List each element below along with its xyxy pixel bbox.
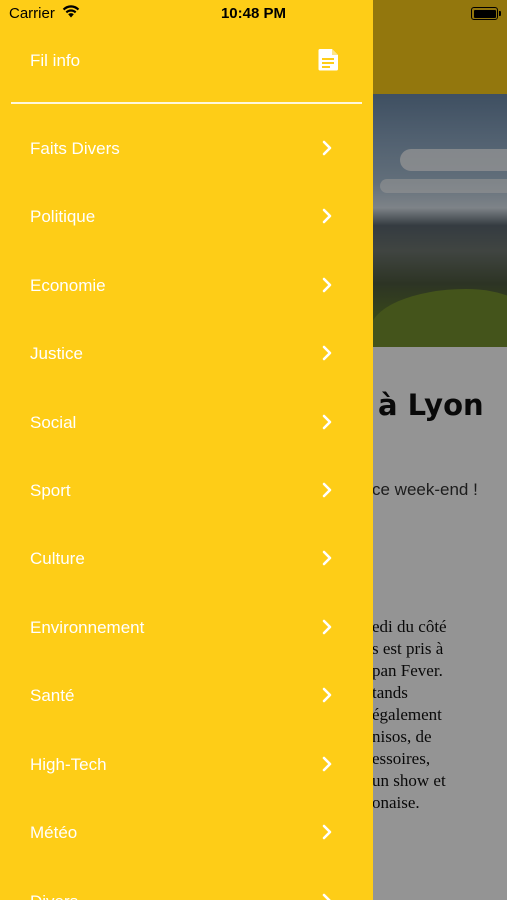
chevron-right-icon <box>322 756 332 772</box>
menu-item-label: High-Tech <box>30 755 107 774</box>
battery-icon <box>471 7 501 20</box>
chevron-right-icon <box>322 687 332 703</box>
menu-item-meteo[interactable]: Météo <box>0 813 373 853</box>
menu-item-sante[interactable]: Santé <box>0 676 373 716</box>
menu-item-social[interactable]: Social <box>0 403 373 443</box>
status-time: 10:48 PM <box>220 5 287 22</box>
menu-item-sport[interactable]: Sport <box>0 471 373 511</box>
menu-item-label: Santé <box>30 686 75 705</box>
menu-item-justice[interactable]: Justice <box>0 334 373 374</box>
menu-item-label: Economie <box>30 276 106 295</box>
chevron-right-icon <box>322 140 332 156</box>
menu-item-label: Politique <box>30 207 96 226</box>
menu-item-culture[interactable]: Culture <box>0 539 373 579</box>
menu-item-economie[interactable]: Economie <box>0 266 373 306</box>
menu-item-faits-divers[interactable]: Faits Divers <box>0 129 373 169</box>
menu-item-divers[interactable]: Divers <box>0 882 373 900</box>
chevron-right-icon <box>322 550 332 566</box>
chevron-right-icon <box>322 345 332 361</box>
menu-item-label: Météo <box>30 823 78 842</box>
drawer-divider <box>11 102 362 104</box>
chevron-right-icon <box>322 414 332 430</box>
chevron-right-icon <box>322 482 332 498</box>
document-icon[interactable] <box>317 48 340 71</box>
chevron-right-icon <box>322 824 332 840</box>
menu-item-label: Justice <box>30 344 83 363</box>
menu-item-label: Divers <box>30 892 78 900</box>
menu-item-high-tech[interactable]: High-Tech <box>0 745 373 785</box>
menu-item-label: Social <box>30 413 77 432</box>
menu-item-label: Sport <box>30 481 71 500</box>
status-bar: Carrier 10:48 PM <box>0 0 507 28</box>
menu-item-label: Faits Divers <box>30 139 120 158</box>
chevron-right-icon <box>322 893 331 900</box>
navigation-drawer: Fil info Faits Divers Politique Economie… <box>0 0 373 900</box>
chevron-right-icon <box>322 208 332 224</box>
chevron-right-icon <box>322 619 332 635</box>
chevron-right-icon <box>322 277 332 293</box>
menu-item-label: Environnement <box>30 618 145 637</box>
menu-item-environnement[interactable]: Environnement <box>0 608 373 648</box>
menu-item-politique[interactable]: Politique <box>0 197 373 237</box>
drawer-title[interactable]: Fil info <box>30 51 80 71</box>
menu-item-label: Culture <box>30 549 85 568</box>
